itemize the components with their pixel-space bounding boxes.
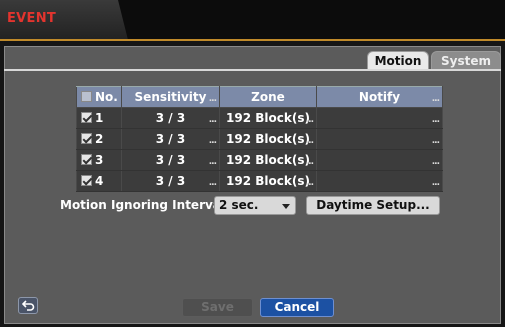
header-accent-line [0, 39, 505, 41]
sensitivity-value: 3 / 3 [155, 153, 186, 167]
select-all-checkbox[interactable] [81, 91, 92, 102]
zone-cell[interactable]: 192 Block(s)... [219, 107, 317, 129]
motion-ignoring-interval-label: Motion Ignoring Interval [60, 198, 226, 212]
back-arrow-icon [22, 300, 35, 311]
interval-dropdown[interactable]: 2 sec. [214, 196, 296, 215]
table-row: 2 3 / 3... 192 Block(s)... ... [76, 128, 443, 150]
notify-cell[interactable]: ... [316, 149, 443, 171]
back-button[interactable] [18, 297, 38, 314]
row-checkbox[interactable] [81, 154, 92, 165]
daytime-setup-button[interactable]: Daytime Setup... [306, 196, 440, 215]
sensitivity-cell[interactable]: 3 / 3... [121, 149, 220, 171]
notify-more: ... [431, 115, 440, 125]
save-button[interactable]: Save [182, 298, 253, 317]
sensitivity-cell[interactable]: 3 / 3... [121, 128, 220, 150]
column-zone: Zone [219, 86, 317, 108]
motion-table: No. Sensitivity ... Zone Notify ... 1 3 … [76, 86, 443, 192]
tab-system[interactable]: System [431, 51, 501, 70]
tab-motion[interactable]: Motion [367, 51, 429, 70]
zone-value: 192 Block(s) [226, 153, 310, 167]
row-no: 2 [95, 132, 104, 146]
zone-cell[interactable]: 192 Block(s)... [219, 149, 317, 171]
sensitivity-cell[interactable]: 3 / 3... [121, 170, 220, 192]
chevron-down-icon [282, 204, 290, 209]
row-checkbox[interactable] [81, 133, 92, 144]
notify-cell[interactable]: ... [316, 170, 443, 192]
zone-cell[interactable]: 192 Block(s)... [219, 128, 317, 150]
sensitivity-more: ... [208, 115, 217, 125]
notify-cell[interactable]: ... [316, 128, 443, 150]
table-header-row: No. Sensitivity ... Zone Notify ... [76, 86, 443, 108]
row-no-cell[interactable]: 4 [76, 170, 122, 192]
column-sensitivity-label: Sensitivity [134, 90, 207, 104]
sensitivity-more: ... [208, 178, 217, 188]
zone-more: ... [305, 157, 314, 167]
table-row: 3 3 / 3... 192 Block(s)... ... [76, 149, 443, 171]
column-no[interactable]: No. [76, 86, 122, 108]
row-no: 1 [95, 111, 104, 125]
table-row: 1 3 / 3... 192 Block(s)... ... [76, 107, 443, 129]
window-title: EVENT [7, 11, 57, 26]
row-no: 3 [95, 153, 104, 167]
row-no-cell[interactable]: 2 [76, 128, 122, 150]
notify-more: ... [431, 157, 440, 167]
zone-value: 192 Block(s) [226, 132, 310, 146]
row-checkbox[interactable] [81, 175, 92, 186]
zone-more: ... [305, 115, 314, 125]
zone-more: ... [305, 178, 314, 188]
notify-more: ... [431, 136, 440, 146]
row-no-cell[interactable]: 3 [76, 149, 122, 171]
notify-more: ... [431, 178, 440, 188]
header-bar: EVENT [0, 0, 505, 40]
row-no: 4 [95, 174, 104, 188]
sensitivity-more: ... [208, 157, 217, 167]
zone-value: 192 Block(s) [226, 111, 310, 125]
sensitivity-more: ... [208, 136, 217, 146]
column-notify-more: ... [431, 94, 440, 104]
column-notify[interactable]: Notify ... [316, 86, 443, 108]
sensitivity-cell[interactable]: 3 / 3... [121, 107, 220, 129]
column-sensitivity[interactable]: Sensitivity ... [121, 86, 220, 108]
notify-cell[interactable]: ... [316, 107, 443, 129]
zone-cell[interactable]: 192 Block(s)... [219, 170, 317, 192]
column-zone-label: Zone [251, 90, 285, 104]
column-no-label: No. [95, 90, 118, 104]
column-sensitivity-more: ... [208, 94, 217, 104]
column-notify-label: Notify [358, 90, 401, 104]
interval-value: 2 sec. [219, 198, 259, 212]
sensitivity-value: 3 / 3 [155, 174, 186, 188]
event-window: EVENT Motion System No. Sensitivity ... … [0, 0, 505, 327]
table-row: 4 3 / 3... 192 Block(s)... ... [76, 170, 443, 192]
sensitivity-value: 3 / 3 [155, 111, 186, 125]
zone-more: ... [305, 136, 314, 146]
row-no-cell[interactable]: 1 [76, 107, 122, 129]
cancel-button[interactable]: Cancel [260, 298, 334, 317]
row-checkbox[interactable] [81, 112, 92, 123]
tab-underline [4, 69, 501, 71]
zone-value: 192 Block(s) [226, 174, 310, 188]
sensitivity-value: 3 / 3 [155, 132, 186, 146]
